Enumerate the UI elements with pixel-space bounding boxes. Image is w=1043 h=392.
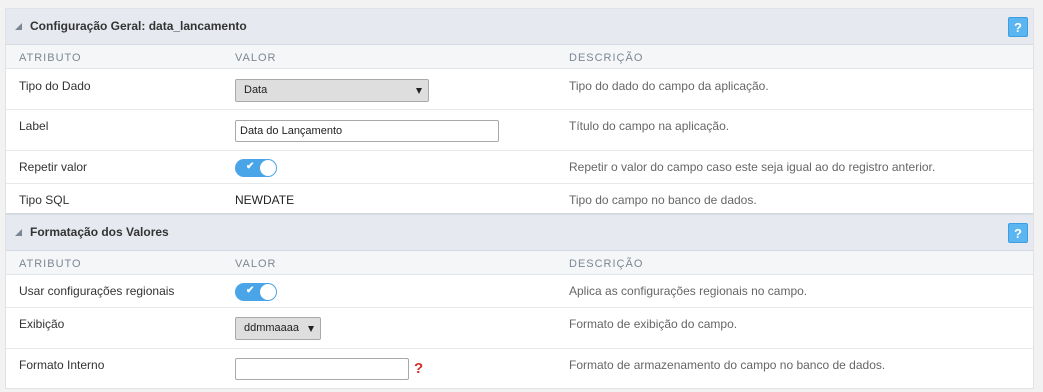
attribute-label: Tipo SQL: [19, 193, 70, 207]
header-value: VALOR: [235, 258, 277, 270]
row-label: Label Data do Lançamento Título do campo…: [6, 110, 1033, 151]
attribute-label: Usar configurações regionais: [19, 284, 175, 298]
header-value: VALOR: [235, 52, 277, 64]
tipo-do-dado-select[interactable]: Data: [235, 79, 429, 102]
attribute-label: Tipo do Dado: [19, 79, 91, 93]
column-headers: ATRIBUTO VALOR DESCRIÇÃO: [6, 45, 1033, 69]
repetir-valor-toggle[interactable]: ✔: [235, 159, 277, 177]
section-header-formatting[interactable]: Formatação dos Valores ?: [6, 215, 1033, 251]
header-description: DESCRIÇÃO: [569, 258, 644, 270]
question-mark-icon[interactable]: ?: [414, 360, 423, 377]
row-exibicao: Exibição ddmmaaaa Formato de exibição do…: [6, 308, 1033, 349]
collapse-triangle-icon[interactable]: [15, 23, 22, 30]
check-icon: ✔: [246, 161, 255, 172]
header-description: DESCRIÇÃO: [569, 52, 644, 64]
tipo-sql-value: NEWDATE: [235, 193, 295, 207]
row-formato-interno: Formato Interno ? Formato de armazenamen…: [6, 349, 1033, 388]
attribute-label: Repetir valor: [19, 160, 88, 174]
attribute-description: Repetir o valor do campo caso este seja …: [569, 160, 936, 174]
check-icon: ✔: [246, 285, 255, 296]
properties-panel: Configuração Geral: data_lancamento ? AT…: [5, 8, 1034, 389]
attribute-description: Título do campo na aplicação.: [569, 119, 730, 133]
attribute-description: Formato de exibição do campo.: [569, 317, 738, 331]
toggle-knob: [260, 284, 276, 300]
label-input[interactable]: Data do Lançamento: [235, 120, 499, 142]
section-title: Configuração Geral: data_lancamento: [30, 19, 247, 33]
attribute-label: Exibição: [19, 317, 65, 331]
section-header-general[interactable]: Configuração Geral: data_lancamento ?: [6, 9, 1033, 45]
row-usar-config-regionais: Usar configurações regionais ✔ Aplica as…: [6, 275, 1033, 308]
dropdown-arrow-icon: [416, 88, 422, 94]
collapse-triangle-icon[interactable]: [15, 229, 22, 236]
attribute-label: Formato Interno: [19, 358, 105, 372]
column-headers: ATRIBUTO VALOR DESCRIÇÃO: [6, 251, 1033, 275]
attribute-description: Aplica as configurações regionais no cam…: [569, 284, 808, 298]
config-regionais-toggle[interactable]: ✔: [235, 283, 277, 301]
row-tipo-do-dado: Tipo do Dado Data Tipo do dado do campo …: [6, 69, 1033, 110]
select-value: ddmmaaaa: [244, 322, 300, 334]
attribute-description: Tipo do dado do campo da aplicação.: [569, 79, 769, 93]
exibicao-select[interactable]: ddmmaaaa: [235, 317, 321, 340]
attribute-description: Formato de armazenamento do campo no ban…: [569, 358, 886, 372]
section-title: Formatação dos Valores: [30, 225, 169, 239]
dropdown-arrow-icon: [308, 326, 314, 332]
row-tipo-sql: Tipo SQL NEWDATE Tipo do campo no banco …: [6, 184, 1033, 215]
formato-interno-input[interactable]: [235, 358, 409, 380]
attribute-label: Label: [19, 119, 49, 133]
attribute-description: Tipo do campo no banco de dados.: [569, 193, 757, 207]
header-attribute: ATRIBUTO: [19, 52, 82, 64]
help-button[interactable]: ?: [1008, 223, 1028, 243]
select-value: Data: [244, 84, 268, 96]
row-repetir-valor: Repetir valor ✔ Repetir o valor do campo…: [6, 151, 1033, 184]
toggle-knob: [260, 160, 276, 176]
header-attribute: ATRIBUTO: [19, 258, 82, 270]
help-button[interactable]: ?: [1008, 17, 1028, 37]
